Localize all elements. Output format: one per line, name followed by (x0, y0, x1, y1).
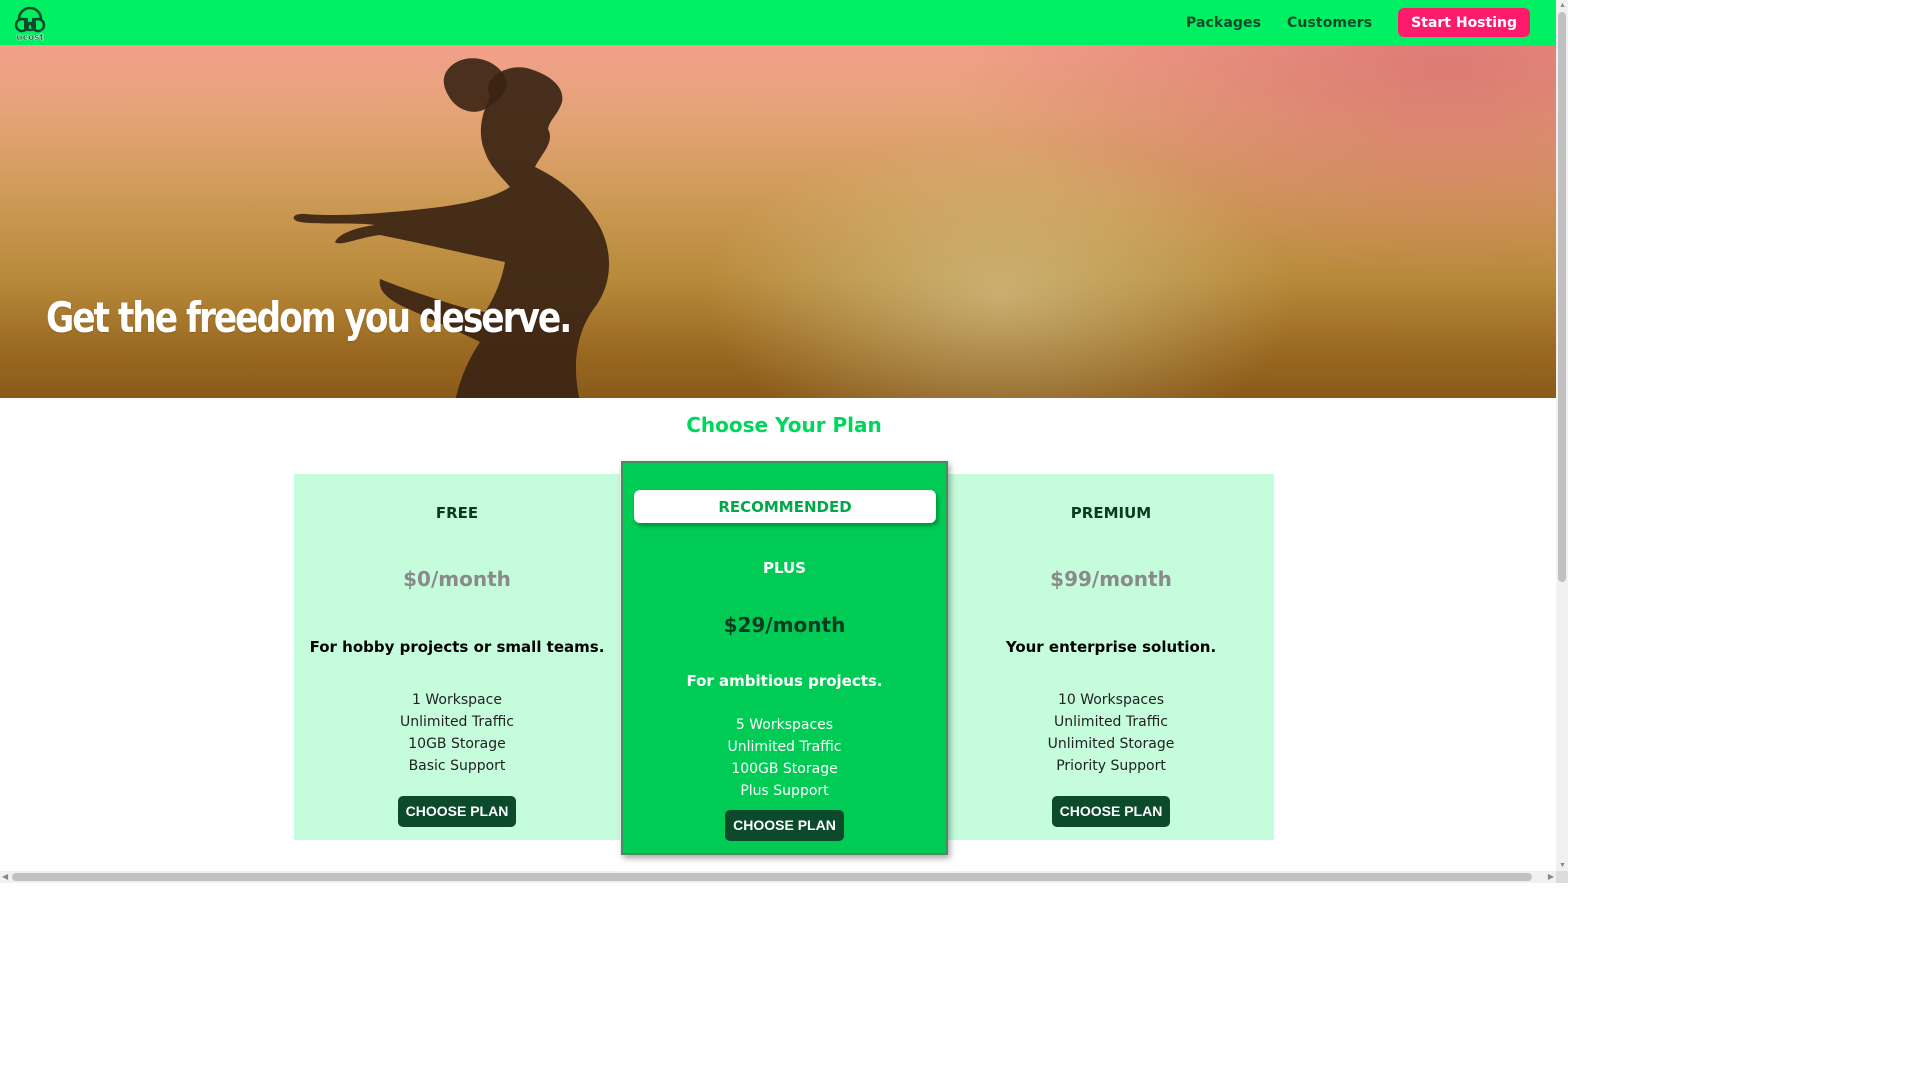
recommended-badge: RECOMMENDED (634, 490, 936, 523)
feature-item: Unlimited Traffic (400, 714, 514, 730)
section-title: Choose Your Plan (686, 413, 882, 437)
choose-plan-wrap: CHOOSE PLAN (294, 796, 620, 827)
plan-features: 10 Workspaces Unlimited Traffic Unlimite… (948, 689, 1274, 777)
horizontal-scroll-thumb[interactable] (12, 873, 1532, 881)
feature-item: 10GB Storage (408, 736, 506, 752)
plan-card-free: FREE $0/month For hobby projects or smal… (294, 474, 620, 840)
feature-item: 10 Workspaces (1057, 692, 1165, 708)
plan-name: PREMIUM (1070, 504, 1152, 522)
feature-item: Priority Support (1056, 758, 1166, 774)
scroll-up-icon[interactable]: ▲ (1559, 2, 1566, 9)
horizontal-scrollbar[interactable]: ◀ ▶ (0, 871, 1556, 883)
scroll-right-icon[interactable]: ▶ (1548, 872, 1554, 881)
choose-plan-wrap: CHOOSE PLAN (623, 810, 946, 841)
scroll-left-icon[interactable]: ◀ (2, 872, 8, 881)
plan-description: Your enterprise solution. (1005, 638, 1217, 656)
scroll-down-icon[interactable]: ▼ (1559, 862, 1566, 869)
vertical-scrollbar[interactable]: ▲ ▼ (1556, 0, 1568, 871)
plan-description: For hobby projects or small teams. (309, 638, 605, 656)
plan-name: FREE (435, 504, 479, 522)
choose-plan-button-free[interactable]: CHOOSE PLAN (397, 796, 517, 827)
scrollbar-corner (1556, 871, 1568, 883)
woman-silhouette-image (293, 58, 610, 398)
choose-plan-button-plus[interactable]: CHOOSE PLAN (725, 810, 844, 841)
feature-item: Plus Support (740, 783, 829, 799)
plan-price: $0/month (403, 567, 511, 591)
feature-item: 1 Workspace (412, 692, 502, 708)
feature-item: 5 Workspaces (735, 717, 834, 733)
feature-item: Unlimited Storage (1047, 736, 1175, 752)
feature-item: Basic Support (408, 758, 506, 774)
logo-text: ucost (16, 33, 44, 42)
plan-features: 5 Workspaces Unlimited Traffic 100GB Sto… (623, 714, 946, 802)
plan-card-plus: RECOMMENDED PLUS $29/month For ambitious… (621, 461, 948, 855)
plan-description: For ambitious projects. (686, 672, 883, 690)
choose-plan-wrap: CHOOSE PLAN (948, 796, 1274, 827)
plan-price: $29/month (723, 613, 846, 637)
top-nav-bar: ucost Packages Customers Start Hosting (0, 0, 1556, 45)
hero-title: Get the freedom you deserve. (46, 293, 572, 342)
plan-card-premium: PREMIUM $99/month Your enterprise soluti… (948, 474, 1274, 840)
hero-banner: Get the freedom you deserve. (0, 45, 1556, 398)
feature-item: Unlimited Traffic (727, 739, 842, 755)
start-hosting-button[interactable]: Start Hosting (1398, 8, 1530, 37)
nav-link-customers[interactable]: Customers (1287, 15, 1372, 31)
nav-link-packages[interactable]: Packages (1186, 15, 1261, 31)
plan-name: PLUS (762, 559, 806, 577)
vertical-scroll-thumb[interactable] (1558, 12, 1566, 582)
logo-icon[interactable]: ucost (12, 4, 48, 42)
feature-item: 100GB Storage (731, 761, 838, 777)
plan-price: $99/month (1050, 567, 1172, 591)
main-nav: Packages Customers Start Hosting (1186, 0, 1530, 45)
choose-plan-button-premium[interactable]: CHOOSE PLAN (1051, 796, 1171, 827)
plan-features: 1 Workspace Unlimited Traffic 10GB Stora… (294, 689, 620, 777)
feature-item: Unlimited Traffic (1054, 714, 1168, 730)
